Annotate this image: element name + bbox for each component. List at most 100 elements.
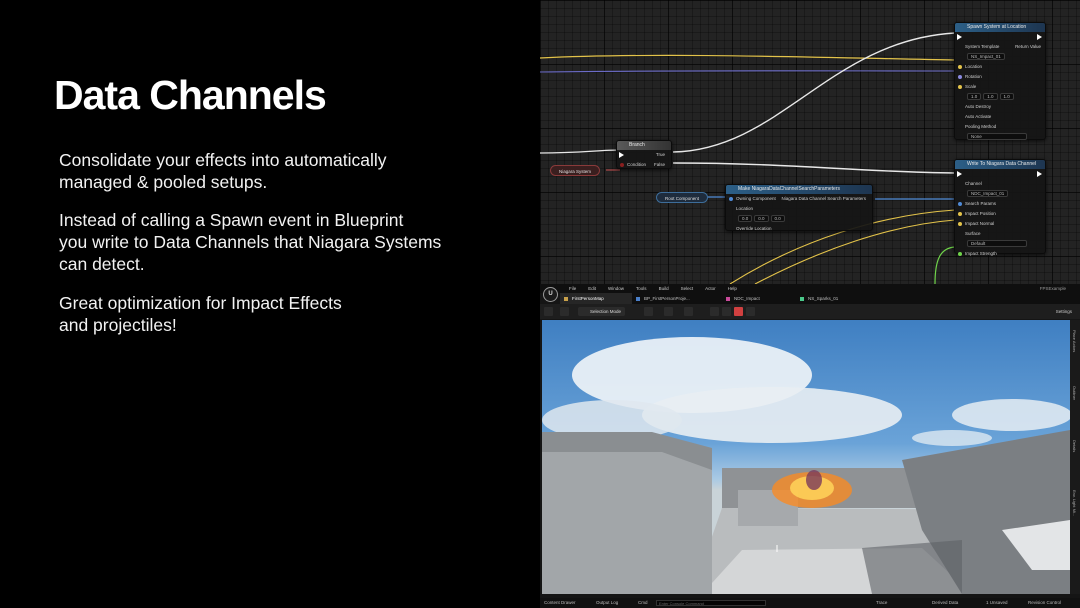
menu-file[interactable]: File — [563, 284, 582, 293]
niagara-system-variable[interactable]: Niagara System — [550, 165, 601, 176]
scale-x-field[interactable]: 1.0 — [967, 93, 982, 101]
exec-in-pin[interactable] — [957, 34, 962, 40]
auto-activate-row: Auto Activate — [955, 112, 1045, 122]
unsaved-button[interactable]: 1 Unsaved — [986, 598, 1008, 608]
tab-ndc-impact[interactable]: NDC_Impact — [722, 293, 796, 304]
exec-out-pin[interactable] — [1037, 34, 1042, 40]
channel-row: Channel — [955, 179, 1045, 189]
branch-node[interactable]: Branch True Condition False — [616, 140, 672, 169]
blueprint-icon — [636, 297, 640, 301]
make-search-params-node[interactable]: Make NiagaraDataChannelSearchParameters … — [725, 184, 873, 231]
blueprints-icon[interactable] — [664, 307, 673, 316]
menu-build[interactable]: Build — [653, 284, 675, 293]
spawn-node-title: Spawn System at Location — [955, 23, 1045, 32]
side-panel-strip: Place Actors Outliner Details Env. Light… — [1070, 320, 1080, 594]
wire-exec-false — [672, 162, 956, 174]
wire-exec-top — [672, 32, 956, 153]
skip-frame-icon[interactable] — [722, 307, 731, 316]
settings-button[interactable]: Settings — [1056, 307, 1072, 316]
cmd-dropdown[interactable]: Cmd — [638, 598, 648, 608]
scale-y-field[interactable]: 1.0 — [983, 93, 998, 101]
auto-activate-label: Auto Activate — [965, 114, 992, 119]
channel-value-row: NDC_Impact_01 — [955, 189, 1045, 199]
location-pin[interactable] — [958, 65, 962, 69]
menu-select[interactable]: Select — [675, 284, 700, 293]
branch-condition-row: Condition False — [617, 160, 671, 170]
channel-field[interactable]: NDC_Impact_01 — [967, 190, 1009, 198]
rotation-pin[interactable] — [958, 75, 962, 79]
tab-first-person-map[interactable]: FirstPersonMap — [560, 293, 632, 304]
level-viewport[interactable] — [542, 320, 1070, 594]
side-tab-env-light[interactable]: Env. Light Mi... — [1072, 490, 1077, 516]
location-row: Location — [955, 62, 1045, 72]
menu-actor[interactable]: Actor — [699, 284, 722, 293]
write-exec-out-pin[interactable] — [1037, 171, 1042, 177]
add-content-icon[interactable] — [644, 307, 653, 316]
impact-position-pin[interactable] — [958, 212, 962, 216]
spawn-system-node[interactable]: Spawn System at Location System Template… — [954, 22, 1046, 141]
blueprint-graph[interactable]: Spawn System at Location System Template… — [540, 0, 1080, 284]
root-component-variable[interactable]: Root Component — [656, 192, 709, 203]
search-params-label: Search Params — [965, 201, 997, 206]
impact-normal-label: Impact Normal — [965, 221, 995, 226]
cloud-2 — [642, 387, 902, 443]
scale-values-row: 1.0 1.0 1.0 — [955, 92, 1045, 102]
tab-label: NS_Sparks_01 — [808, 296, 839, 301]
scale-pin[interactable] — [958, 85, 962, 89]
revision-control-button[interactable]: Revision Control — [1028, 598, 1061, 608]
impact-normal-row: Impact Normal — [955, 219, 1045, 229]
surface-dropdown[interactable]: Default — [967, 240, 1027, 248]
tab-bp-first-person[interactable]: BP_FirstPersonProje... — [632, 293, 722, 304]
selection-mode-dropdown[interactable]: Selection Mode — [578, 307, 626, 316]
auto-destroy-label: Auto Destroy — [965, 104, 992, 109]
owning-component-pin[interactable] — [729, 197, 733, 201]
cloud-4 — [952, 399, 1070, 431]
menu-window[interactable]: Window — [602, 284, 630, 293]
menu-edit[interactable]: Edit — [582, 284, 602, 293]
impact-normal-pin[interactable] — [958, 222, 962, 226]
browse-icon[interactable] — [560, 307, 569, 316]
scale-row: Scale — [955, 82, 1045, 92]
impact-position-row: Impact Position — [955, 209, 1045, 219]
condition-pin[interactable] — [620, 163, 624, 167]
make-location-x[interactable]: 0.0 — [738, 215, 753, 223]
save-icon[interactable] — [544, 307, 553, 316]
trace-button[interactable]: Trace — [876, 598, 887, 608]
tab-ns-sparks[interactable]: NS_Sparks_01 — [796, 293, 844, 304]
system-template-field[interactable]: NS_Impact_01 — [967, 53, 1005, 61]
write-exec-in-pin[interactable] — [957, 171, 962, 177]
output-log-button[interactable]: Output Log — [596, 598, 618, 608]
unreal-logo-icon[interactable]: U — [543, 287, 558, 302]
pooling-method-row: Pooling Method — [955, 122, 1045, 132]
platforms-icon[interactable] — [746, 307, 755, 316]
branch-node-title: Branch — [617, 141, 671, 150]
menu-help[interactable]: Help — [722, 284, 743, 293]
side-tab-outliner[interactable]: Outliner — [1072, 386, 1077, 400]
pause-icon[interactable] — [710, 307, 719, 316]
branch-exec-in-pin[interactable] — [619, 152, 624, 158]
scale-label: Scale — [965, 84, 977, 89]
pooling-method-label: Pooling Method — [965, 124, 997, 129]
stop-icon[interactable] — [734, 307, 743, 316]
make-location-values-row: 0.0 0.0 0.0 — [726, 214, 872, 224]
impact-strength-pin[interactable] — [958, 252, 962, 256]
console-command-input[interactable]: Enter Console Command — [656, 600, 766, 606]
pooling-method-dropdown[interactable]: None — [967, 133, 1027, 141]
derived-data-button[interactable]: Derived Data — [932, 598, 958, 608]
rotation-row: Rotation — [955, 72, 1045, 82]
selection-mode-label: Selection Mode — [590, 309, 622, 314]
side-tab-details[interactable]: Details — [1072, 440, 1077, 452]
menu-tools[interactable]: Tools — [630, 284, 653, 293]
system-template-value-row: NS_Impact_01 — [955, 52, 1045, 62]
scale-z-field[interactable]: 1.0 — [999, 93, 1014, 101]
search-params-pin[interactable] — [958, 202, 962, 206]
make-location-z[interactable]: 0.0 — [770, 215, 785, 223]
make-location-y[interactable]: 0.0 — [754, 215, 769, 223]
project-name: FPSExample — [1039, 286, 1066, 291]
write-data-channel-node[interactable]: Write To Niagara Data Channel Channel ND… — [954, 159, 1046, 256]
side-tab-place-actors[interactable]: Place Actors — [1072, 330, 1077, 352]
content-drawer-button[interactable]: Content Drawer — [544, 598, 576, 608]
branch-exec-row: True — [617, 150, 671, 160]
cinematics-icon[interactable] — [684, 307, 693, 316]
surface-label: Surface — [965, 231, 981, 236]
